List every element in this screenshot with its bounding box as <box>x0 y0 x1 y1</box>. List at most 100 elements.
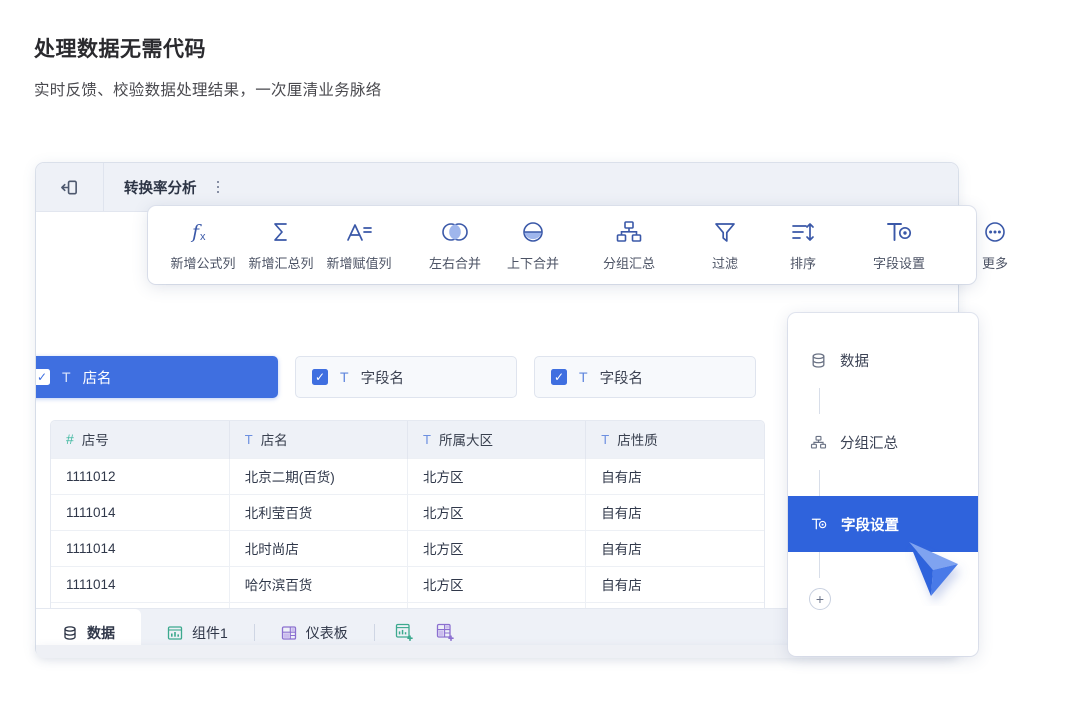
filter-icon <box>712 219 738 245</box>
cell: 北方区 <box>408 566 586 602</box>
add-step-button[interactable]: + <box>809 588 831 610</box>
fx-icon: f x <box>188 219 218 245</box>
table-row[interactable]: 1111012 北京二期(百货) 北方区 自有店 <box>51 458 764 494</box>
toolbar-more[interactable]: 更多 <box>956 219 1034 272</box>
toolbar-group-summary[interactable]: 分组汇总 <box>590 219 668 272</box>
tab-conversion-analysis[interactable]: 转换率分析 <box>104 163 241 211</box>
floating-toolbar: f x 新增公式列 新增汇总列 新增赋值列 <box>148 206 976 284</box>
toolbar-add-formula-column[interactable]: f x 新增公式列 <box>164 219 242 272</box>
number-field-icon: # <box>66 431 74 447</box>
table-row[interactable]: 1111014 北时尚店 北方区 自有店 <box>51 530 764 566</box>
table-row[interactable]: 1111014 哈尔滨百货 北方区 自有店 <box>51 566 764 602</box>
column-header-store-id[interactable]: # 店号 <box>51 421 229 458</box>
cell: 北京二期(百货) <box>229 458 407 494</box>
field-chip-row: ✓ T 店名 ✓ T 字段名 ✓ T 字段名 <box>36 355 818 399</box>
toolbar-label: 排序 <box>790 253 816 272</box>
sigma-icon <box>268 219 294 245</box>
toolbar-add-assign-column[interactable]: 新增赋值列 <box>320 219 398 272</box>
database-icon <box>810 352 827 369</box>
column-label: 店性质 <box>617 429 658 449</box>
toolbar-label: 上下合并 <box>507 253 559 272</box>
column-label: 店号 <box>82 429 109 449</box>
field-chip-label: 字段名 <box>600 367 644 388</box>
step-connector <box>819 388 820 414</box>
cell: 哈尔滨百货 <box>229 566 407 602</box>
checkbox-icon[interactable]: ✓ <box>312 369 328 385</box>
text-field-icon: T <box>62 369 71 385</box>
cell: 北方区 <box>408 458 586 494</box>
more-horizontal-icon <box>981 219 1009 245</box>
column-header-store-name[interactable]: T 店名 <box>229 421 407 458</box>
cell: 1111014 <box>51 530 229 566</box>
page-root: 处理数据无需代码 实时反馈、校验数据处理结果，一次厘清业务脉络 转换率分析 ✓ <box>0 0 1080 720</box>
cell: 1111012 <box>51 458 229 494</box>
more-vertical-icon[interactable] <box>217 181 220 194</box>
tab-label: 转换率分析 <box>124 177 197 198</box>
toolbar-merge-horizontal[interactable]: 左右合并 <box>416 219 494 272</box>
cell: 1111014 <box>51 566 229 602</box>
toolbar-label: 左右合并 <box>429 253 481 272</box>
page-subtitle: 实时反馈、校验数据处理结果，一次厘清业务脉络 <box>34 78 382 100</box>
add-chart-icon[interactable] <box>395 623 414 642</box>
toolbar-merge-vertical[interactable]: 上下合并 <box>494 219 572 272</box>
group-summary-icon <box>810 434 827 451</box>
panel-step-label: 数据 <box>840 350 869 371</box>
tab-header-bar: 转换率分析 <box>36 163 958 212</box>
text-field-icon: T <box>245 432 253 447</box>
field-chip[interactable]: ✓ T 字段名 <box>534 356 756 398</box>
table-row[interactable]: 1111014 北利莹百货 北方区 自有店 <box>51 494 764 530</box>
cell: 自有店 <box>586 458 764 494</box>
toolbar-filter[interactable]: 过滤 <box>686 219 764 272</box>
panel-step-data[interactable]: 数据 <box>788 332 978 388</box>
toolbar-label: 新增汇总列 <box>248 253 313 272</box>
toolbar-label: 新增赋值列 <box>326 253 391 272</box>
cell: 自有店 <box>586 494 764 530</box>
collapse-panel-button[interactable] <box>36 163 104 211</box>
checkbox-icon[interactable]: ✓ <box>36 369 50 385</box>
column-header-region[interactable]: T 所属大区 <box>408 421 586 458</box>
cell: 1111014 <box>51 494 229 530</box>
collapse-panel-icon <box>60 178 79 197</box>
panel-step-group-summary[interactable]: 分组汇总 <box>788 414 978 470</box>
cell: 自有店 <box>586 530 764 566</box>
group-summary-icon <box>615 219 643 245</box>
chart-component-icon <box>167 625 183 641</box>
text-field-icon: T <box>601 432 609 447</box>
add-dashboard-icon[interactable] <box>436 623 455 642</box>
merge-horizontal-icon <box>440 219 470 245</box>
field-chip[interactable]: ✓ T 字段名 <box>295 356 517 398</box>
checkbox-icon[interactable]: ✓ <box>551 369 567 385</box>
toolbar-label: 过滤 <box>712 253 738 272</box>
merge-vertical-icon <box>519 219 547 245</box>
table-header-row: # 店号 T 店名 T 所属大区 <box>51 421 764 458</box>
toolbar-label: 分组汇总 <box>603 253 655 272</box>
panel-step-label: 分组汇总 <box>840 432 898 453</box>
panel-step-label: 字段设置 <box>841 514 899 535</box>
bottom-tab-label: 数据 <box>87 623 115 643</box>
bottom-tab-label: 仪表板 <box>306 623 348 643</box>
text-field-icon: T <box>340 369 349 385</box>
column-label: 所属大区 <box>439 429 493 449</box>
text-field-icon: T <box>423 432 431 447</box>
field-settings-icon <box>810 515 828 533</box>
svg-text:x: x <box>200 231 206 243</box>
cell: 北方区 <box>408 494 586 530</box>
toolbar-add-summary-column[interactable]: 新增汇总列 <box>242 219 320 272</box>
cell: 北利莹百货 <box>229 494 407 530</box>
data-table: # 店号 T 店名 T 所属大区 <box>50 420 765 639</box>
assign-column-icon <box>344 219 374 245</box>
field-settings-icon <box>884 219 914 245</box>
field-chip-label: 店名 <box>83 367 112 388</box>
cell: 自有店 <box>586 566 764 602</box>
field-chip-selected[interactable]: ✓ T 店名 <box>36 356 278 398</box>
database-icon <box>62 625 78 641</box>
column-header-store-type[interactable]: T 店性质 <box>586 421 764 458</box>
toolbar-field-settings[interactable]: 字段设置 <box>860 219 938 272</box>
pointer-arrow-cursor <box>905 538 973 611</box>
toolbar-sort[interactable]: 排序 <box>764 219 842 272</box>
text-field-icon: T <box>579 369 588 385</box>
page-title: 处理数据无需代码 <box>34 33 206 63</box>
cell: 北方区 <box>408 530 586 566</box>
field-chip-label: 字段名 <box>361 367 405 388</box>
step-connector <box>819 470 820 496</box>
